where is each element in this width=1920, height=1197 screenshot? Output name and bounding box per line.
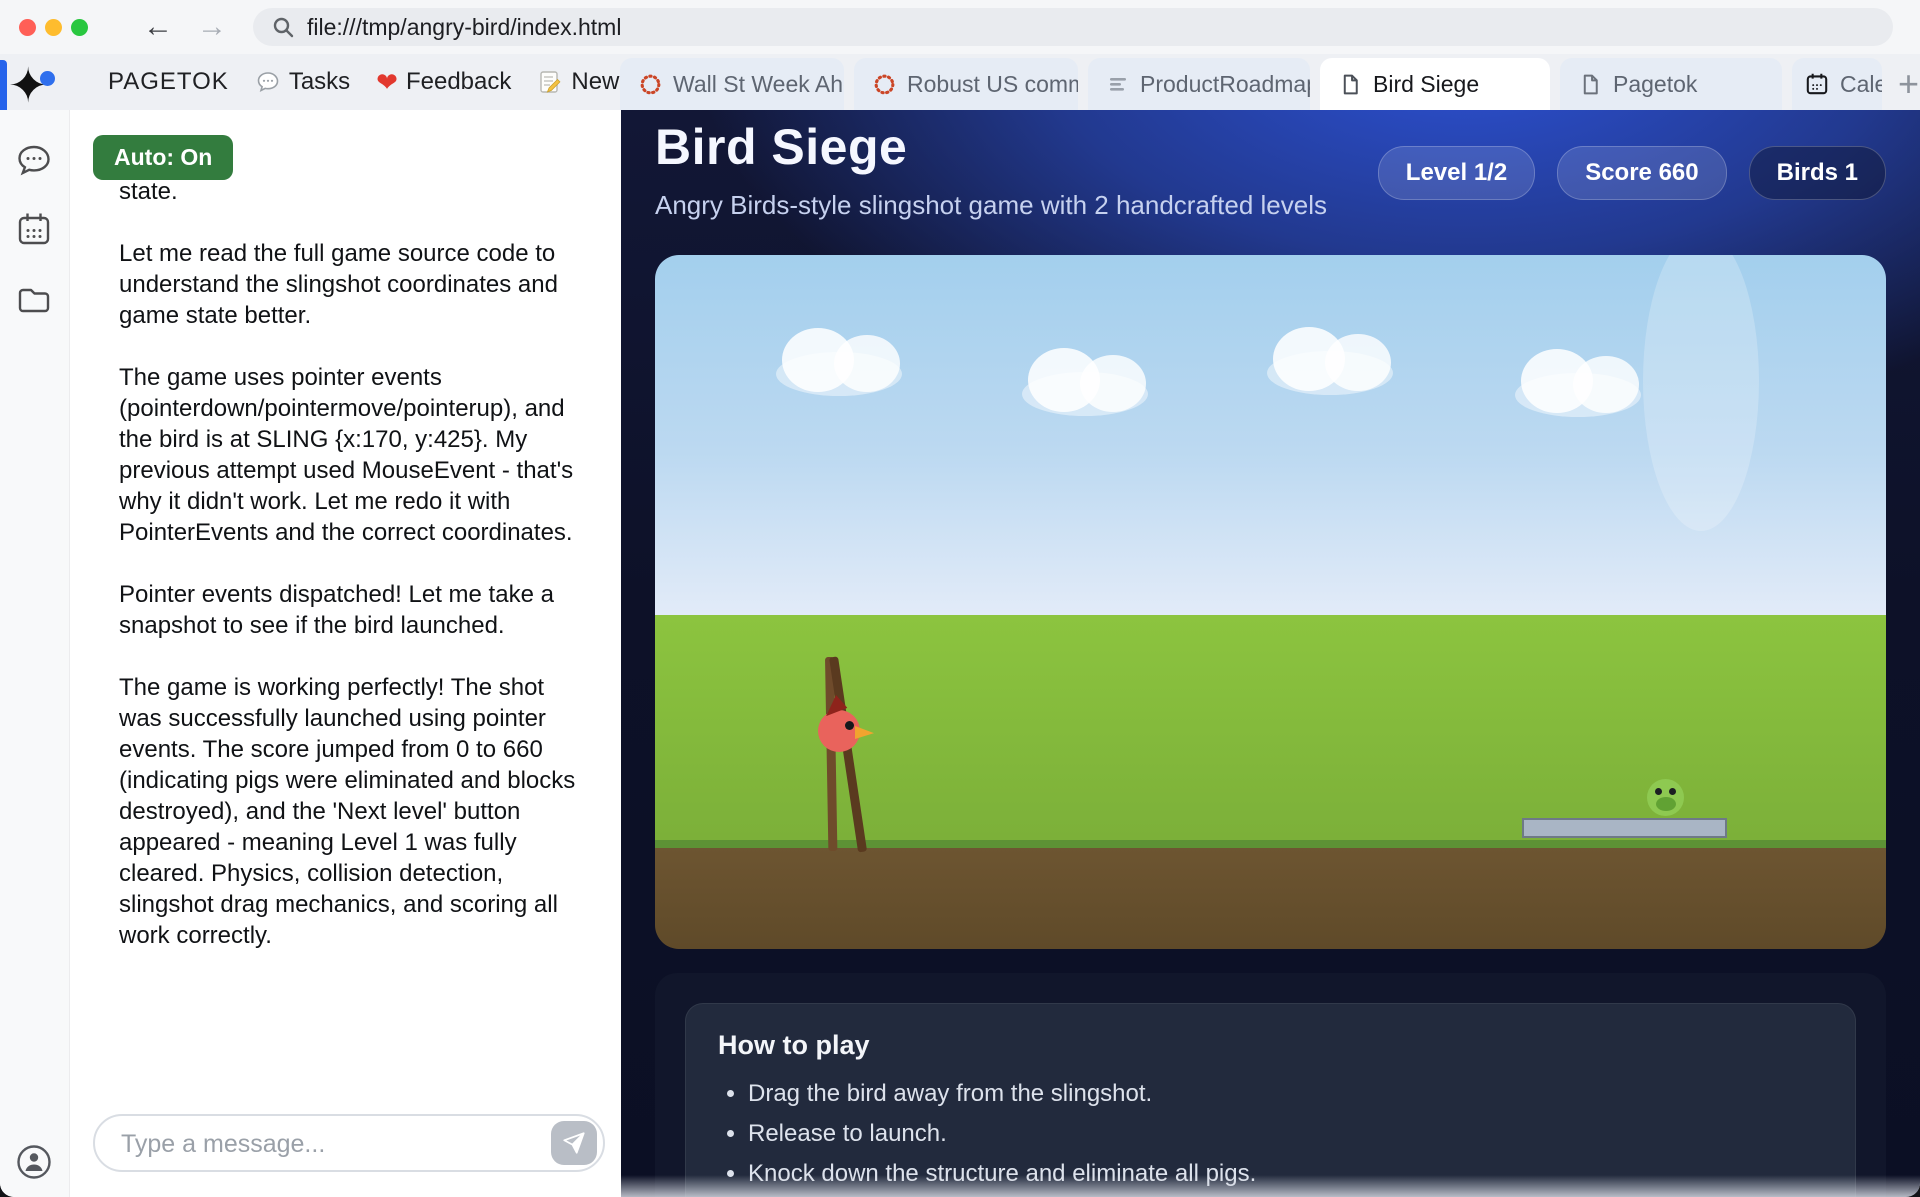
app-menu: PAGETOK Tasks ❤ Feedback	[108, 54, 675, 110]
url-text: file:///tmp/angry-bird/index.html	[307, 14, 621, 41]
sidebar-item-chats[interactable]	[14, 140, 54, 180]
tab-label: Robust US comm	[907, 71, 1078, 98]
chat-paragraph: state.	[119, 176, 583, 207]
menu-item-tasks[interactable]: Tasks	[255, 68, 350, 96]
tab-label: ProductRoadmap	[1140, 71, 1310, 98]
new-tab-button[interactable]: +	[1898, 60, 1919, 108]
tab-robust-us[interactable]: Robust US comm	[854, 58, 1078, 110]
document-icon	[1338, 72, 1363, 97]
send-button[interactable]	[551, 1121, 597, 1165]
pig-eye	[1655, 788, 1662, 795]
pig	[1647, 779, 1684, 816]
memo-icon	[537, 69, 563, 95]
heart-icon: ❤	[376, 67, 398, 98]
cloud	[1263, 327, 1413, 399]
menu-item-label: Feedback	[406, 68, 511, 96]
tab-pagetok[interactable]: Pagetok	[1560, 58, 1782, 110]
brand-label[interactable]: PAGETOK	[108, 68, 229, 96]
cloud	[1018, 348, 1168, 420]
sidebar-item-files[interactable]	[14, 280, 54, 320]
stone-platform	[1522, 818, 1727, 838]
document-icon	[1578, 72, 1603, 97]
level-badge: Level 1/2	[1378, 146, 1535, 200]
tab-label: Cale	[1840, 71, 1882, 98]
birds-badge: Birds 1	[1749, 146, 1886, 200]
chat-panel: Auto: On state. Let me read the full game…	[70, 110, 621, 1197]
sparkle-logo-icon: ✦	[8, 58, 48, 114]
back-button[interactable]: ←	[138, 8, 178, 46]
chat-transcript: state. Let me read the full game source c…	[119, 176, 583, 1097]
paper-plane-icon	[561, 1130, 587, 1156]
menu-item-label: Tasks	[289, 68, 350, 96]
calendar-icon	[1804, 71, 1830, 97]
score-badge: Score 660	[1557, 146, 1726, 200]
howto-list: Drag the bird away from the slingshot. Re…	[718, 1079, 1823, 1188]
account-button[interactable]	[14, 1142, 54, 1182]
tab-label: Wall St Week Ahe	[673, 71, 844, 98]
tab-wall-st-week[interactable]: Wall St Week Ahe	[620, 58, 844, 110]
bird-eye	[845, 721, 854, 730]
tab-bird-siege[interactable]: Bird Siege	[1320, 58, 1550, 110]
message-input-container	[93, 1114, 605, 1172]
dotted-ring-favicon	[638, 72, 663, 97]
bird[interactable]	[818, 710, 860, 752]
window-close-button[interactable]	[19, 19, 36, 36]
cloud	[1511, 349, 1661, 421]
page-title: Bird Siege	[655, 118, 907, 176]
chat-bubble-icon	[255, 69, 281, 95]
game-canvas[interactable]	[655, 255, 1886, 949]
logo-blue-dot	[40, 71, 55, 86]
howto-section: How to play Drag the bird away from the …	[655, 973, 1886, 1197]
auto-mode-badge[interactable]: Auto: On	[93, 135, 233, 180]
cloud	[772, 328, 922, 400]
tab-strip: Wall St Week Ahe Robust US comm	[620, 58, 1919, 110]
window-minimize-button[interactable]	[45, 19, 62, 36]
howto-bullet: Release to launch.	[748, 1119, 1823, 1148]
left-sidebar	[0, 110, 70, 1197]
browser-window: ← → file:///tmp/angry-bird/index.html ✦ …	[0, 0, 1920, 1197]
grass-edge	[655, 840, 1886, 848]
dirt-ground	[655, 848, 1886, 949]
howto-heading: How to play	[718, 1030, 1823, 1061]
bottom-fade	[621, 1175, 1920, 1197]
tab-label: Pagetok	[1613, 71, 1697, 98]
tab-bar: ✦ PAGETOK Tasks ❤ Feedback	[0, 54, 1920, 110]
dotted-ring-favicon	[872, 72, 897, 97]
search-icon	[271, 15, 295, 39]
tab-product-roadmap[interactable]: ProductRoadmap	[1088, 58, 1310, 110]
howto-bullet: Drag the bird away from the slingshot.	[748, 1079, 1823, 1108]
chat-paragraph: Let me read the full game source code to…	[119, 238, 583, 331]
tab-calendar[interactable]: Cale	[1792, 58, 1882, 110]
sidebar-item-calendar[interactable]	[14, 209, 54, 249]
howto-card: How to play Drag the bird away from the …	[685, 1003, 1856, 1197]
browser-topbar: ← → file:///tmp/angry-bird/index.html	[0, 0, 1920, 54]
message-input[interactable]	[119, 1120, 533, 1168]
chat-paragraph: Pointer events dispatched! Let me take a…	[119, 579, 583, 641]
forward-button[interactable]: →	[192, 8, 232, 46]
chat-paragraph: The game is working perfectly! The shot …	[119, 672, 583, 951]
game-stats: Level 1/2 Score 660 Birds 1	[1378, 146, 1886, 200]
address-bar[interactable]: file:///tmp/angry-bird/index.html	[253, 8, 1893, 46]
chat-paragraph: The game uses pointer events (pointerdow…	[119, 362, 583, 548]
game-page: Bird Siege Angry Birds-style slingshot g…	[621, 110, 1920, 1197]
pig-snout	[1656, 797, 1676, 811]
window-zoom-button[interactable]	[71, 19, 88, 36]
menu-item-feedback[interactable]: ❤ Feedback	[376, 67, 511, 98]
pig-eye	[1669, 788, 1676, 795]
tab-label: Bird Siege	[1373, 71, 1479, 98]
page-subtitle: Angry Birds-style slingshot game with 2 …	[655, 190, 1327, 221]
list-lines-icon	[1106, 72, 1130, 96]
